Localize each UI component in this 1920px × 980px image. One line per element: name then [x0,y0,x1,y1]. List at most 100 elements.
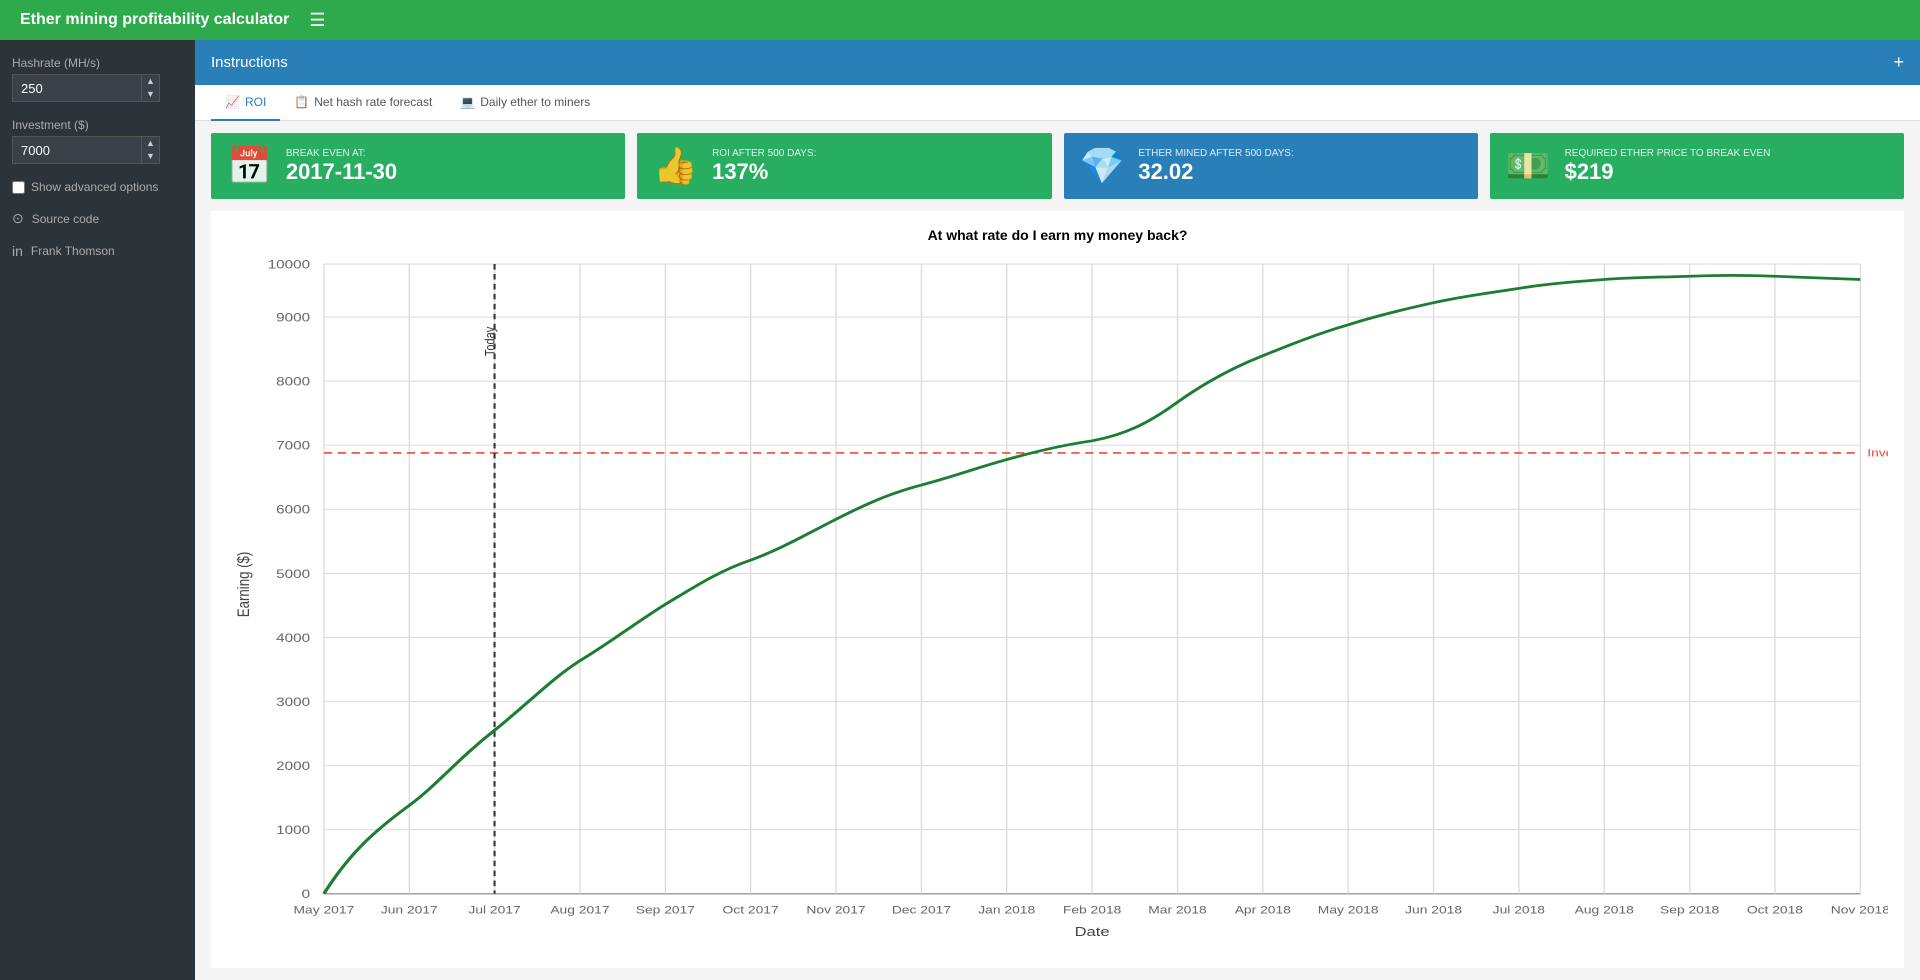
sidebar: Hashrate (MH/s) ▲ ▼ Investment ($) ▲ ▼ [0,40,195,980]
investment-spinners: ▲ ▼ [142,136,160,164]
svg-text:Mar 2018: Mar 2018 [1148,904,1206,916]
hashrate-input-wrapper: ▲ ▼ [12,74,183,102]
hashrate-label: Hashrate (MH/s) [12,56,183,70]
svg-text:Apr 2018: Apr 2018 [1235,904,1291,916]
svg-text:Oct 2017: Oct 2017 [723,904,779,916]
tab-roi-icon: 📈 [225,95,240,109]
investment-up-btn[interactable]: ▲ [142,137,159,150]
show-advanced-label: Show advanced options [31,180,158,194]
stat-card-req-price: 💵 REQUIRED ETHER PRICE TO BREAK EVEN $21… [1490,133,1904,199]
svg-text:0: 0 [302,888,311,901]
thumbsup-icon: 👍 [653,145,698,187]
svg-text:Sep 2018: Sep 2018 [1660,904,1719,916]
chart-svg: 0 1000 2000 3000 4000 5000 6000 7000 800… [227,253,1888,938]
stat-card-breakeven: 📅 BREAK EVEN AT: 2017-11-30 [211,133,625,199]
money-icon: 💵 [1506,145,1551,187]
svg-text:7000: 7000 [276,439,310,452]
calendar-icon: 📅 [227,145,272,187]
svg-text:Nov 2018: Nov 2018 [1831,904,1888,916]
today-label: Today [482,326,497,356]
ether-mined-label: ETHER MINED AFTER 500 DAYS: [1138,148,1293,159]
roi-label: ROI AFTER 500 DAYS: [712,148,816,159]
investment-field: Investment ($) ▲ ▼ [12,118,183,164]
hashrate-spinners: ▲ ▼ [142,74,160,102]
menu-icon[interactable]: ☰ [309,10,325,31]
tab-roi-label: ROI [245,95,266,109]
tabs: 📈 ROI 📋 Net hash rate forecast 💻 Daily e… [195,85,1920,121]
breakeven-label: BREAK EVEN AT: [286,148,397,159]
svg-text:4000: 4000 [276,631,310,644]
svg-text:9000: 9000 [276,311,310,324]
tab-net-hash-label: Net hash rate forecast [314,95,432,109]
roi-value: 137% [712,159,816,185]
svg-text:5000: 5000 [276,567,310,580]
source-code-icon: ⊙ [12,210,24,227]
stat-card-ether-mined: 💎 ETHER MINED AFTER 500 DAYS: 32.02 [1064,133,1478,199]
tab-net-hash[interactable]: 📋 Net hash rate forecast [280,85,446,121]
author-link[interactable]: in Frank Thomson [12,243,183,259]
investment-down-btn[interactable]: ▼ [142,150,159,163]
content-area: Instructions + 📈 ROI 📋 Net hash rate for… [195,40,1920,980]
svg-text:Jun 2017: Jun 2017 [381,904,438,916]
svg-text:Aug 2018: Aug 2018 [1575,904,1634,916]
hashrate-input[interactable] [12,74,142,102]
svg-text:May 2017: May 2017 [294,904,355,916]
svg-text:Nov 2017: Nov 2017 [806,904,865,916]
stat-card-ether-mined-content: ETHER MINED AFTER 500 DAYS: 32.02 [1138,148,1293,185]
hashrate-down-btn[interactable]: ▼ [142,88,159,101]
investment-input-wrapper: ▲ ▼ [12,136,183,164]
svg-text:10000: 10000 [268,258,311,271]
instructions-plus-icon[interactable]: + [1893,52,1904,73]
top-nav: Ether mining profitability calculator ☰ [0,0,1920,40]
investment-label: Investment ($) [12,118,183,132]
svg-text:Jul 2018: Jul 2018 [1493,904,1545,916]
svg-text:3000: 3000 [276,695,310,708]
instructions-bar: Instructions + [195,40,1920,85]
hashrate-field: Hashrate (MH/s) ▲ ▼ [12,56,183,102]
svg-text:Dec 2017: Dec 2017 [892,904,951,916]
y-axis: 0 1000 2000 3000 4000 5000 6000 7000 800… [235,258,1861,901]
source-code-label: Source code [32,212,99,226]
tab-daily-ether-icon: 💻 [460,95,475,109]
main-layout: Hashrate (MH/s) ▲ ▼ Investment ($) ▲ ▼ [0,40,1920,980]
show-advanced-input[interactable] [12,181,25,194]
hashrate-up-btn[interactable]: ▲ [142,75,159,88]
linkedin-icon: in [12,243,23,259]
stat-card-req-price-content: REQUIRED ETHER PRICE TO BREAK EVEN $219 [1565,148,1771,185]
req-price-label: REQUIRED ETHER PRICE TO BREAK EVEN [1565,148,1771,159]
svg-text:2000: 2000 [276,759,310,772]
stat-card-roi-content: ROI AFTER 500 DAYS: 137% [712,148,816,185]
svg-text:May 2018: May 2018 [1318,904,1379,916]
svg-text:1000: 1000 [276,824,310,837]
stat-card-breakeven-content: BREAK EVEN AT: 2017-11-30 [286,148,397,185]
svg-text:Jul 2017: Jul 2017 [468,904,520,916]
svg-text:Aug 2017: Aug 2017 [550,904,609,916]
show-advanced-checkbox[interactable]: Show advanced options [12,180,183,194]
svg-text:6000: 6000 [276,503,310,516]
chart-container: 0 1000 2000 3000 4000 5000 6000 7000 800… [227,253,1888,938]
svg-text:Date: Date [1075,924,1110,938]
app-title: Ether mining profitability calculator [20,11,289,29]
instructions-title: Instructions [211,54,288,71]
x-axis: May 2017 Jun 2017 Jul 2017 Aug 2017 Sep … [294,264,1888,938]
svg-text:Jan 2018: Jan 2018 [978,904,1035,916]
stat-card-roi: 👍 ROI AFTER 500 DAYS: 137% [637,133,1051,199]
breakeven-value: 2017-11-30 [286,159,397,185]
svg-text:Jun 2018: Jun 2018 [1405,904,1462,916]
svg-text:Earning ($): Earning ($) [235,552,254,618]
author-label: Frank Thomson [31,244,115,258]
svg-text:Feb 2018: Feb 2018 [1063,904,1121,916]
source-code-link[interactable]: ⊙ Source code [12,210,183,227]
svg-text:Sep 2017: Sep 2017 [636,904,695,916]
tab-daily-ether[interactable]: 💻 Daily ether to miners [446,85,604,121]
tab-net-hash-icon: 📋 [294,95,309,109]
tab-daily-ether-label: Daily ether to miners [480,95,590,109]
req-price-value: $219 [1565,159,1771,185]
tab-roi[interactable]: 📈 ROI [211,85,280,121]
ether-mined-value: 32.02 [1138,159,1293,185]
stat-cards: 📅 BREAK EVEN AT: 2017-11-30 👍 ROI AFTER … [195,121,1920,211]
svg-text:8000: 8000 [276,375,310,388]
investment-input[interactable] [12,136,142,164]
investment-line-label: Investment [1867,447,1888,459]
diamond-icon: 💎 [1080,145,1125,187]
